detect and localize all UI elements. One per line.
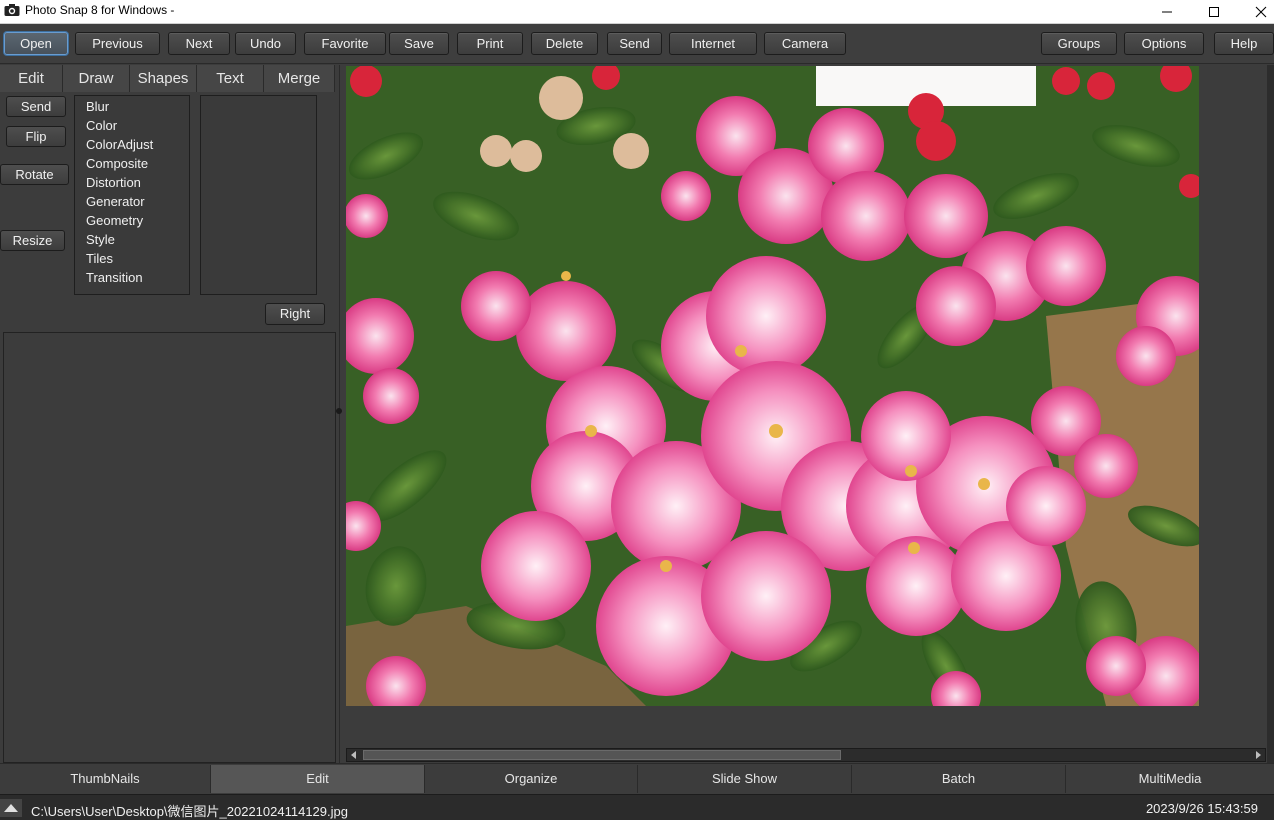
list-item[interactable]: ColorAdjust xyxy=(86,137,153,153)
mode-tabs: ThumbNails Edit Organize Slide Show Batc… xyxy=(0,763,1274,793)
internet-button[interactable]: Internet xyxy=(669,32,757,55)
list-item[interactable]: Geometry xyxy=(86,213,143,229)
edit-tabs: Edit Draw Shapes Text Merge xyxy=(0,65,335,92)
collapse-up-icon[interactable] xyxy=(0,799,22,817)
edit-panel: Edit Draw Shapes Text Merge Send Flip Ro… xyxy=(0,65,342,763)
tab-merge[interactable]: Merge xyxy=(264,65,335,92)
main-toolbar: Open Previous Next Undo Favorite Save Pr… xyxy=(0,24,1274,64)
maximize-icon[interactable] xyxy=(1191,0,1237,24)
list-item[interactable]: Color xyxy=(86,118,117,134)
send-side-button[interactable]: Send xyxy=(6,96,66,117)
open-button[interactable]: Open xyxy=(4,32,68,55)
undo-button[interactable]: Undo xyxy=(235,32,296,55)
tab-slide-show[interactable]: Slide Show xyxy=(638,765,852,793)
list-item[interactable]: Tiles xyxy=(86,251,113,267)
scrollbar-thumb[interactable] xyxy=(363,750,841,760)
favorite-button[interactable]: Favorite xyxy=(304,32,386,55)
list-item[interactable]: Distortion xyxy=(86,175,141,191)
scroll-right-icon[interactable] xyxy=(1251,749,1265,761)
splitter-handle[interactable] xyxy=(336,408,342,414)
preview-pane xyxy=(3,332,336,763)
send-button[interactable]: Send xyxy=(607,32,662,55)
list-item[interactable]: Style xyxy=(86,232,115,248)
list-item[interactable]: Blur xyxy=(86,99,109,115)
help-button[interactable]: Help xyxy=(1214,32,1274,55)
status-datetime: 2023/9/26 15:43:59 xyxy=(1145,801,1258,816)
previous-button[interactable]: Previous xyxy=(75,32,160,55)
resize-button[interactable]: Resize xyxy=(0,230,65,251)
delete-button[interactable]: Delete xyxy=(531,32,598,55)
effect-options-list[interactable] xyxy=(200,95,317,295)
horizontal-scrollbar[interactable] xyxy=(346,748,1266,762)
save-button[interactable]: Save xyxy=(389,32,449,55)
title-bar: Photo Snap 8 for Windows - xyxy=(0,0,1274,24)
file-path: C:\Users\User\Desktop\微信图片_2022102411412… xyxy=(31,804,348,819)
next-button[interactable]: Next xyxy=(168,32,230,55)
list-item[interactable]: Generator xyxy=(86,194,145,210)
vertical-scrollbar[interactable] xyxy=(1267,65,1274,763)
list-item[interactable]: Composite xyxy=(86,156,148,172)
rotate-button[interactable]: Rotate xyxy=(0,164,69,185)
tab-text[interactable]: Text xyxy=(197,65,264,92)
tab-draw[interactable]: Draw xyxy=(63,65,130,92)
close-icon[interactable] xyxy=(1238,0,1274,24)
app-window: Photo Snap 8 for Windows - Open Previous… xyxy=(0,0,1274,820)
scroll-left-icon[interactable] xyxy=(347,749,361,761)
print-button[interactable]: Print xyxy=(457,32,523,55)
tab-batch[interactable]: Batch xyxy=(852,765,1066,793)
tab-edit[interactable]: Edit xyxy=(0,65,63,92)
flip-button[interactable]: Flip xyxy=(6,126,66,147)
tab-thumbnails[interactable]: ThumbNails xyxy=(0,765,211,793)
camera-button[interactable]: Camera xyxy=(764,32,846,55)
window-title: Photo Snap 8 for Windows - xyxy=(25,3,175,17)
tab-shapes[interactable]: Shapes xyxy=(130,65,197,92)
options-button[interactable]: Options xyxy=(1124,32,1204,55)
tab-multimedia[interactable]: MultiMedia xyxy=(1066,765,1274,793)
list-item[interactable]: Transition xyxy=(86,270,143,286)
minimize-icon[interactable] xyxy=(1144,0,1190,24)
right-button[interactable]: Right xyxy=(265,303,325,325)
image-viewer[interactable] xyxy=(345,65,1274,763)
tab-edit-mode[interactable]: Edit xyxy=(211,765,425,793)
tab-organize[interactable]: Organize xyxy=(425,765,638,793)
camera-icon xyxy=(4,4,20,16)
groups-button[interactable]: Groups xyxy=(1041,32,1117,55)
status-bar: C:\Users\User\Desktop\微信图片_2022102411412… xyxy=(0,794,1274,820)
photo-image xyxy=(346,66,1199,706)
effects-list[interactable]: Blur Color ColorAdjust Composite Distort… xyxy=(74,95,190,295)
